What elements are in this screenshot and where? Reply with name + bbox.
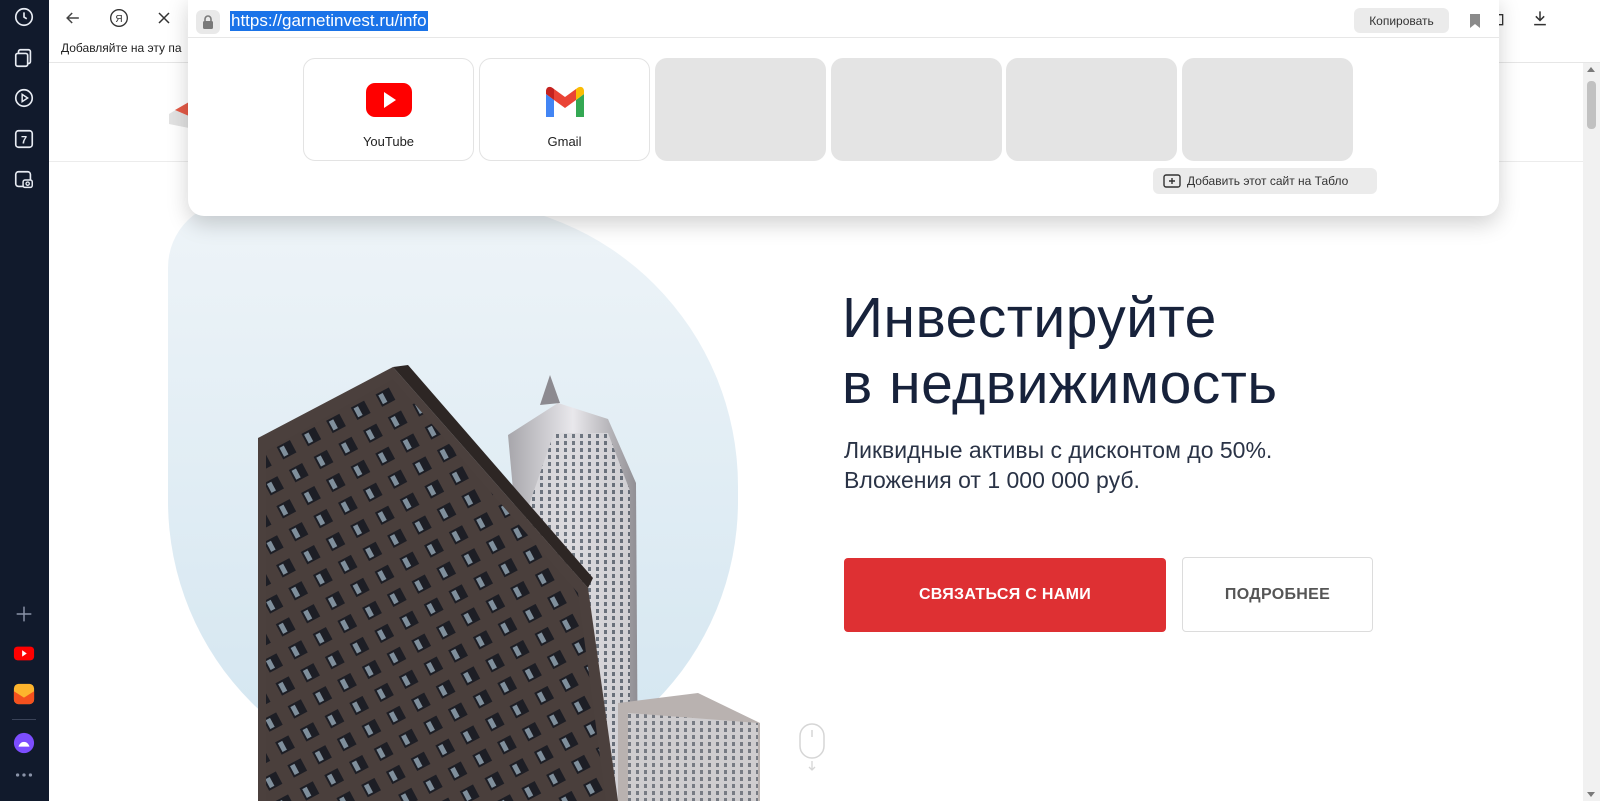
tablo-tile-empty[interactable] — [655, 58, 826, 161]
lock-icon[interactable] — [196, 10, 220, 34]
sidebar-separator — [12, 719, 36, 720]
scroll-up-arrow[interactable] — [1587, 67, 1595, 72]
youtube-icon — [366, 83, 412, 117]
vertical-scrollbar[interactable] — [1583, 63, 1600, 801]
hero-subtitle: Ликвидные активы с дисконтом до 50%. Вло… — [844, 435, 1404, 495]
contact-us-button[interactable]: СВЯЗАТЬСЯ С НАМИ — [844, 558, 1166, 632]
youtube-icon[interactable] — [12, 641, 36, 665]
collections-icon[interactable] — [12, 46, 36, 70]
svg-text:Я: Я — [115, 14, 122, 25]
screenshot-icon[interactable] — [12, 168, 36, 192]
yandex-icon[interactable]: Я — [107, 6, 131, 30]
browser-window: 7 Я Добавляйте на эту па Инвестируйте в … — [0, 0, 1600, 801]
back-icon[interactable] — [61, 6, 85, 30]
tile-label: YouTube — [362, 134, 415, 149]
calendar-icon[interactable]: 7 — [12, 127, 36, 151]
calendar-day: 7 — [21, 135, 27, 147]
video-icon[interactable] — [12, 86, 36, 110]
copy-url-button[interactable]: Копировать — [1354, 8, 1449, 33]
browser-sidebar: 7 — [0, 0, 49, 801]
alice-icon[interactable] — [12, 731, 36, 755]
scroll-down-arrow[interactable] — [1587, 792, 1595, 797]
add-to-tablo-label: Добавить этот сайт на Табло — [1187, 174, 1349, 188]
url-text[interactable]: https://garnetinvest.ru/info — [230, 11, 428, 31]
tablo-tile-gmail[interactable]: Gmail — [479, 58, 650, 161]
history-icon[interactable] — [12, 5, 36, 29]
tablo-tile-youtube[interactable]: YouTube — [303, 58, 474, 161]
hero-title-line-1: Инвестируйте — [842, 286, 1217, 350]
hero-title-line-2: в недвижимость — [842, 352, 1278, 416]
hero-subtitle-line-2: Вложения от 1 000 000 руб. — [844, 467, 1140, 493]
hero-subtitle-line-1: Ликвидные активы с дисконтом до 50%. — [844, 437, 1273, 463]
scroll-thumb[interactable] — [1587, 81, 1596, 129]
bookmark-icon[interactable] — [1464, 10, 1486, 32]
gmail-icon — [546, 86, 584, 117]
download-icon[interactable] — [1528, 6, 1552, 30]
tile-label: Gmail — [547, 134, 582, 149]
hero-title: Инвестируйте в недвижимость — [842, 285, 1402, 417]
add-to-tablo-button[interactable]: Добавить этот сайт на Табло — [1153, 168, 1377, 194]
scroll-mouse-icon — [799, 723, 825, 771]
address-bar-dropdown: https://garnetinvest.ru/info Копировать … — [188, 0, 1499, 216]
tablo-tile-empty[interactable] — [1182, 58, 1353, 161]
learn-more-button[interactable]: ПОДРОБНЕЕ — [1182, 557, 1373, 632]
tablo-tile-empty[interactable] — [831, 58, 1002, 161]
add-tab-icon — [1163, 174, 1181, 188]
add-icon[interactable] — [12, 602, 36, 626]
hero-building-photo — [258, 365, 760, 801]
more-icon[interactable] — [12, 763, 36, 787]
site-logo[interactable] — [167, 88, 189, 128]
tablo-tile-empty[interactable] — [1006, 58, 1177, 161]
mail-icon[interactable] — [12, 682, 36, 706]
stop-icon[interactable] — [152, 6, 176, 30]
bookmarks-hint: Добавляйте на эту па — [61, 41, 182, 55]
address-bar[interactable]: https://garnetinvest.ru/info Копировать — [188, 0, 1499, 38]
